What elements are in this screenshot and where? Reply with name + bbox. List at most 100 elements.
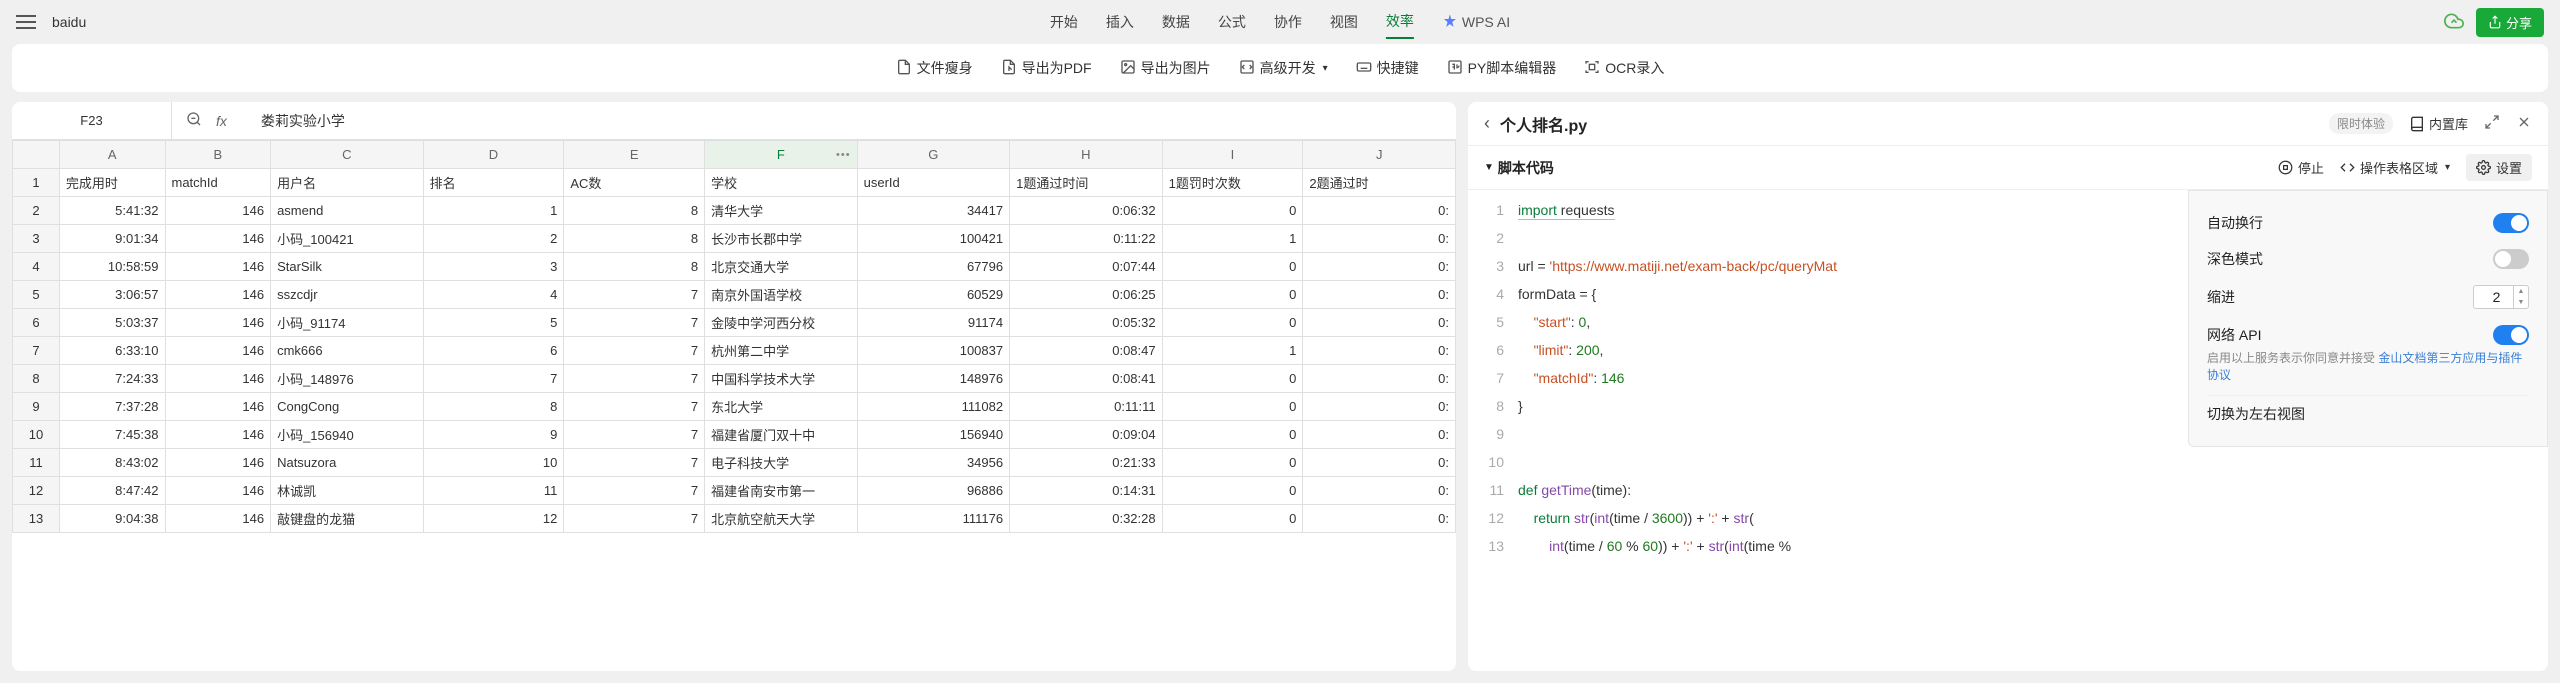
tab-数据[interactable]: 数据	[1162, 6, 1190, 38]
table-row[interactable]: 65:03:37146小码_9117457金陵中学河西分校911740:05:3…	[13, 309, 1456, 337]
auto-wrap-toggle[interactable]	[2493, 213, 2529, 233]
table-header-row[interactable]: 1完成用时matchId用户名排名AC数学校userId1题通过时间1题罚时次数…	[13, 169, 1456, 197]
row-header[interactable]: 13	[13, 505, 60, 533]
cell[interactable]: 0	[1162, 449, 1303, 477]
fx-icon[interactable]: fx	[216, 113, 227, 129]
cell[interactable]: 杭州第二中学	[705, 337, 858, 365]
column-header-A[interactable]: A	[59, 141, 165, 169]
cell[interactable]: 0:	[1303, 253, 1456, 281]
column-header-J[interactable]: J	[1303, 141, 1456, 169]
cell[interactable]: 北京交通大学	[705, 253, 858, 281]
wps-ai-button[interactable]: WPS AI	[1442, 13, 1510, 32]
tab-视图[interactable]: 视图	[1330, 6, 1358, 38]
cell[interactable]: 146	[165, 337, 271, 365]
cell[interactable]: 7	[564, 477, 705, 505]
cell[interactable]: 0	[1162, 421, 1303, 449]
cell[interactable]: 7	[564, 309, 705, 337]
select-all-corner[interactable]	[13, 141, 60, 169]
share-button[interactable]: 分享	[2476, 8, 2544, 37]
table-row[interactable]: 53:06:57146sszcdjr47南京外国语学校605290:06:250…	[13, 281, 1456, 309]
row-header[interactable]: 5	[13, 281, 60, 309]
cell[interactable]: 7:37:28	[59, 393, 165, 421]
cell[interactable]: 北京航空航天大学	[705, 505, 858, 533]
cell[interactable]: 小码_156940	[271, 421, 424, 449]
expand-icon[interactable]	[2484, 114, 2500, 133]
toolbar-file-slim[interactable]: 文件瘦身	[896, 58, 973, 78]
cell[interactable]: 林诚凯	[271, 477, 424, 505]
cell[interactable]: 清华大学	[705, 197, 858, 225]
table-row[interactable]: 139:04:38146敲键盘的龙猫127北京航空航天大学1111760:32:…	[13, 505, 1456, 533]
cell[interactable]: sszcdjr	[271, 281, 424, 309]
toolbar-py[interactable]: PY脚本编辑器	[1447, 58, 1557, 78]
cell[interactable]: 0:	[1303, 477, 1456, 505]
cell[interactable]: 2	[423, 225, 564, 253]
cell[interactable]: 0:09:04	[1010, 421, 1163, 449]
tab-公式[interactable]: 公式	[1218, 6, 1246, 38]
cell[interactable]: 8	[564, 197, 705, 225]
cell[interactable]: 0	[1162, 197, 1303, 225]
dark-mode-toggle[interactable]	[2493, 249, 2529, 269]
toolbar-pdf[interactable]: 导出为PDF	[1001, 58, 1092, 78]
script-section-toggle[interactable]: ▼ 脚本代码	[1484, 158, 1554, 178]
column-header-D[interactable]: D	[423, 141, 564, 169]
table-row[interactable]: 76:33:10146cmk66667杭州第二中学1008370:08:4710…	[13, 337, 1456, 365]
cell[interactable]: 34956	[857, 449, 1010, 477]
cell[interactable]: 146	[165, 421, 271, 449]
cell[interactable]: 9:01:34	[59, 225, 165, 253]
cell[interactable]: 福建省厦门双十中	[705, 421, 858, 449]
cell[interactable]: 0:	[1303, 449, 1456, 477]
cell[interactable]: 福建省南安市第一	[705, 477, 858, 505]
cell[interactable]: 7	[564, 421, 705, 449]
cell[interactable]: 0:08:47	[1010, 337, 1163, 365]
settings-button[interactable]: 设置	[2466, 154, 2532, 181]
hamburger-icon[interactable]	[16, 12, 36, 32]
cell[interactable]: 0:	[1303, 197, 1456, 225]
header-cell[interactable]: 完成用时	[59, 169, 165, 197]
cell[interactable]: 146	[165, 477, 271, 505]
cell[interactable]: 0:	[1303, 393, 1456, 421]
cell[interactable]: 0	[1162, 393, 1303, 421]
indent-stepper[interactable]: 2 ▲ ▼	[2473, 285, 2529, 309]
cell[interactable]: 0:	[1303, 309, 1456, 337]
cell[interactable]: 0:32:28	[1010, 505, 1163, 533]
zoom-out-icon[interactable]	[186, 111, 202, 130]
cell[interactable]: 0:11:11	[1010, 393, 1163, 421]
cell[interactable]: 0:	[1303, 281, 1456, 309]
cell[interactable]: 11	[423, 477, 564, 505]
cell[interactable]: 8	[423, 393, 564, 421]
cell[interactable]: 111082	[857, 393, 1010, 421]
cell[interactable]: 1	[1162, 337, 1303, 365]
cell[interactable]: 0:	[1303, 365, 1456, 393]
cell[interactable]: 7:24:33	[59, 365, 165, 393]
column-header-E[interactable]: E	[564, 141, 705, 169]
table-row[interactable]: 107:45:38146小码_15694097福建省厦门双十中1569400:0…	[13, 421, 1456, 449]
row-header[interactable]: 9	[13, 393, 60, 421]
builtin-library-button[interactable]: 内置库	[2409, 114, 2468, 133]
row-header[interactable]: 4	[13, 253, 60, 281]
cell[interactable]: 7	[564, 449, 705, 477]
cell[interactable]: 0	[1162, 365, 1303, 393]
cell[interactable]: 60529	[857, 281, 1010, 309]
table-row[interactable]: 97:37:28146CongCong87东北大学1110820:11:1100…	[13, 393, 1456, 421]
table-row[interactable]: 128:47:42146林诚凯117福建省南安市第一968860:14:3100…	[13, 477, 1456, 505]
layout-switch-button[interactable]: 切换为左右视图	[2207, 395, 2529, 432]
cell[interactable]: 0:08:41	[1010, 365, 1163, 393]
column-header-C[interactable]: C	[271, 141, 424, 169]
document-title[interactable]: baidu	[52, 14, 86, 30]
header-cell[interactable]: 1题通过时间	[1010, 169, 1163, 197]
cell[interactable]: 小码_100421	[271, 225, 424, 253]
toolbar-image[interactable]: 导出为图片	[1120, 58, 1211, 78]
cell[interactable]: Natsuzora	[271, 449, 424, 477]
cell[interactable]: asmend	[271, 197, 424, 225]
table-row[interactable]: 87:24:33146小码_14897677中国科学技术大学1489760:08…	[13, 365, 1456, 393]
cell[interactable]: 8	[564, 253, 705, 281]
cell[interactable]: 金陵中学河西分校	[705, 309, 858, 337]
cell[interactable]: 9:04:38	[59, 505, 165, 533]
close-icon[interactable]	[2516, 114, 2532, 133]
cell[interactable]: 小码_148976	[271, 365, 424, 393]
cell[interactable]: 7	[564, 393, 705, 421]
back-chevron-icon[interactable]: ‹	[1484, 113, 1490, 134]
header-cell[interactable]: 2题通过时	[1303, 169, 1456, 197]
cell[interactable]: 10	[423, 449, 564, 477]
cell[interactable]: 6	[423, 337, 564, 365]
